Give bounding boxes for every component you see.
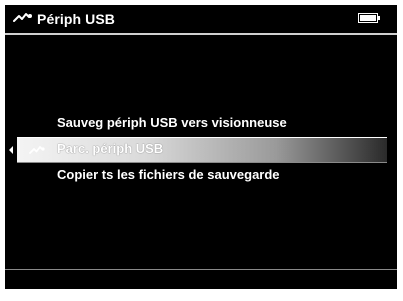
- menu-item-browse-usb[interactable]: Parc. périph USB: [5, 137, 397, 163]
- menu-item-label: Sauveg périph USB vers visionneuse: [57, 115, 287, 130]
- page-title: Périph USB: [37, 11, 116, 27]
- usb-device-icon: [13, 13, 32, 22]
- menu-item-copy-backup-files[interactable]: Copier ts les fichiers de sauvegarde: [5, 163, 397, 189]
- menu-item-label: Copier ts les fichiers de sauvegarde: [57, 167, 280, 182]
- menu-item-save-usb-to-viewer[interactable]: Sauveg périph USB vers visionneuse: [5, 111, 397, 137]
- menu-list: Sauveg périph USB vers visionneuse Parc.…: [5, 111, 397, 189]
- bottom-divider: [5, 269, 397, 270]
- title-divider: [5, 33, 397, 35]
- menu-item-label: Parc. périph USB: [57, 141, 164, 156]
- usb-device-icon: [29, 146, 45, 154]
- device-screen: Périph USB Sauveg périph USB vers vision…: [5, 5, 397, 289]
- left-arrow-icon[interactable]: [9, 146, 13, 154]
- battery-full-icon: [358, 13, 380, 23]
- title-bar: Périph USB: [5, 5, 397, 33]
